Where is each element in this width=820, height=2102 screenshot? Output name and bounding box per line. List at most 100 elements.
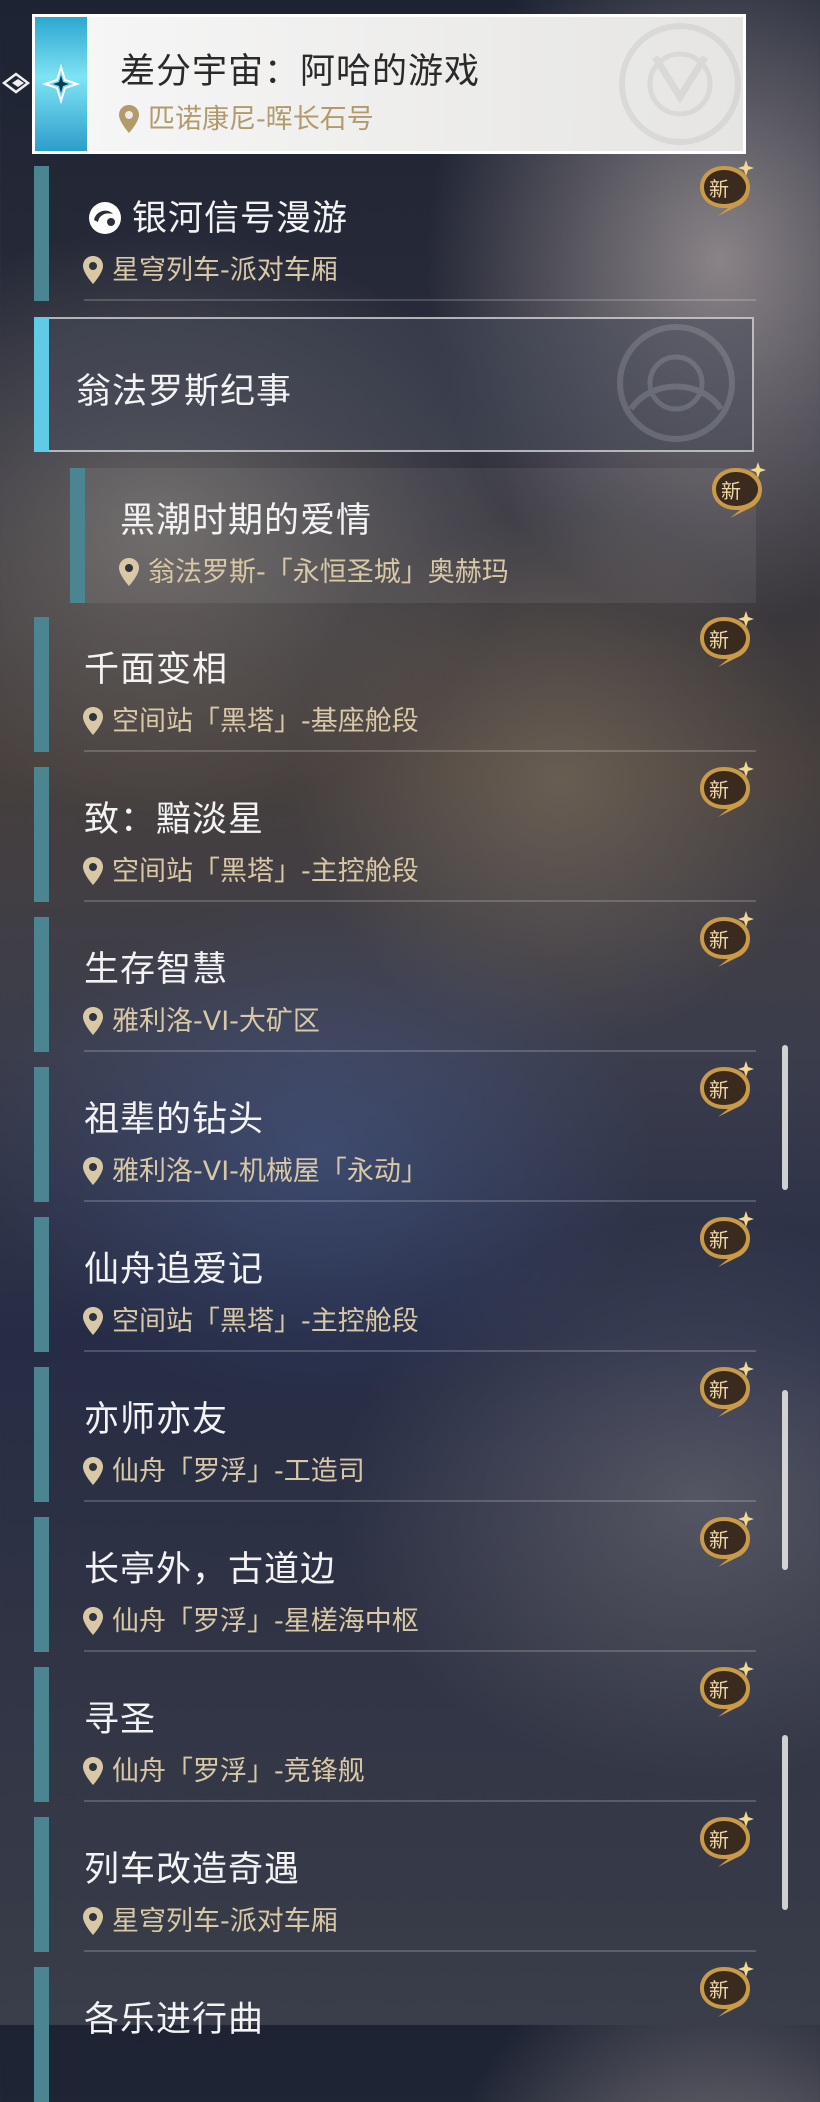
category-title: 翁法罗斯纪事 <box>76 372 293 412</box>
location-pin-icon <box>83 1157 103 1185</box>
location-text: 空间站「黑塔」-基座舱段 <box>112 706 419 737</box>
quest-location: 空间站「黑塔」-主控舱段 <box>82 849 419 888</box>
item-accent-bar <box>34 1967 49 2102</box>
new-badge: 新 <box>696 1661 756 1719</box>
item-divider <box>84 1650 756 1652</box>
cosmic-signal-icon <box>89 202 121 234</box>
quest-title: 仙舟追爱记 <box>84 1250 265 1290</box>
quest-list: 差分宇宙：阿哈的游戏 匹诺康尼-晖长石号 银河信号漫游 星穹列车-派对车厢 新 … <box>0 0 820 2102</box>
quest-title-text: 银河信号漫游 <box>132 199 349 239</box>
new-badge: 新 <box>696 911 756 969</box>
new-badge: 新 <box>696 1811 756 1869</box>
quest-item[interactable]: 银河信号漫游 星穹列车-派对车厢 <box>34 166 756 301</box>
selected-pointer-icon <box>1 72 30 94</box>
quest-location: 雅利洛-VI-机械屋「永动」 <box>82 1149 428 1188</box>
item-divider <box>84 1350 756 1352</box>
location-pin-icon <box>83 1007 103 1035</box>
quest-item[interactable]: 祖辈的钻头 雅利洛-VI-机械屋「永动」 <box>34 1067 756 1202</box>
new-badge: 新 <box>696 1061 756 1119</box>
item-accent-bar <box>34 166 49 301</box>
quest-item[interactable]: 长亭外，古道边仙舟「罗浮」-星槎海中枢 <box>34 1517 756 1652</box>
scrollbar-thumb[interactable] <box>782 1735 788 1910</box>
category-header[interactable]: 翁法罗斯纪事 <box>34 317 754 452</box>
quest-item[interactable]: 列车改造奇遇星穹列车-派对车厢 <box>34 1817 756 1952</box>
quest-location: 雅利洛-VI-大矿区 <box>82 999 320 1038</box>
location-text: 雅利洛-VI-机械屋「永动」 <box>112 1156 428 1187</box>
quest-location: 仙舟「罗浮」-竞锋舰 <box>82 1749 365 1788</box>
new-badge-label: 新 <box>709 628 729 652</box>
quest-title: 各乐进行曲 <box>84 2000 265 2040</box>
item-accent-bar <box>34 1367 49 1502</box>
new-badge-label: 新 <box>709 1378 729 1402</box>
quest-location: 空间站「黑塔」-基座舱段 <box>82 699 419 738</box>
location-pin-icon <box>83 1457 103 1485</box>
quest-location: 星穹列车-派对车厢 <box>82 248 338 287</box>
quest-item[interactable]: 寻圣仙舟「罗浮」-竞锋舰 <box>34 1667 756 1802</box>
location-text: 仙舟「罗浮」-星槎海中枢 <box>112 1606 419 1637</box>
location-text: 仙舟「罗浮」-工造司 <box>112 1456 365 1487</box>
path-emblem-icon <box>617 324 735 442</box>
new-badge: 新 <box>696 761 756 819</box>
quest-location: 空间站「黑塔」-主控舱段 <box>82 1299 419 1338</box>
location-text: 星穹列车-派对车厢 <box>112 1906 338 1937</box>
quest-card-selected[interactable]: 差分宇宙：阿哈的游戏 匹诺康尼-晖长石号 <box>32 14 746 154</box>
quest-title: 致：黯淡星 <box>84 800 265 840</box>
new-badge: 新 <box>696 611 756 669</box>
new-badge-label: 新 <box>709 1978 729 2002</box>
location-pin-icon <box>83 1607 103 1635</box>
quest-title: 银河信号漫游 <box>86 190 348 241</box>
location-pin-icon <box>83 256 103 284</box>
item-accent-bar <box>70 468 85 603</box>
quest-item[interactable]: 亦师亦友 仙舟「罗浮」-工造司 <box>34 1367 756 1502</box>
item-divider <box>84 1800 756 1802</box>
item-accent-bar <box>34 1217 49 1352</box>
item-accent-bar <box>34 1667 49 1802</box>
path-emblem-icon <box>619 23 741 145</box>
new-badge-label: 新 <box>709 1528 729 1552</box>
sparkle-icon <box>41 63 81 105</box>
quest-item[interactable]: 致：黯淡星空间站「黑塔」-主控舱段 <box>34 767 756 902</box>
quest-title: 列车改造奇遇 <box>84 1850 301 1890</box>
quest-item[interactable]: 仙舟追爱记空间站「黑塔」-主控舱段 <box>34 1217 756 1352</box>
quest-item[interactable]: 各乐进行曲 <box>34 1967 756 2102</box>
quest-item[interactable]: 千面变相空间站「黑塔」-基座舱段 <box>34 617 756 752</box>
item-divider <box>84 1500 756 1502</box>
new-badge-label: 新 <box>709 1078 729 1102</box>
new-badge-label: 新 <box>709 778 729 802</box>
item-accent-bar <box>34 767 49 902</box>
crystal-strip <box>35 17 87 151</box>
location-text: 仙舟「罗浮」-竞锋舰 <box>112 1756 365 1787</box>
quest-title: 寻圣 <box>84 1700 157 1740</box>
scrollbar-thumb[interactable] <box>782 1390 788 1570</box>
quest-location: 仙舟「罗浮」-星槎海中枢 <box>82 1599 419 1638</box>
new-badge-label: 新 <box>709 1828 729 1852</box>
location-text: 空间站「黑塔」-主控舱段 <box>112 1306 419 1337</box>
quest-title: 黑潮时期的爱情 <box>120 501 373 541</box>
item-divider <box>84 1950 756 1952</box>
new-badge-label: 新 <box>709 1678 729 1702</box>
quest-location: 匹诺康尼-晖长石号 <box>118 97 374 136</box>
item-accent-bar <box>34 917 49 1052</box>
item-accent-bar <box>34 1517 49 1652</box>
new-badge-label: 新 <box>709 177 729 201</box>
quest-location: 星穹列车-派对车厢 <box>82 1899 338 1938</box>
quest-item[interactable]: 黑潮时期的爱情 翁法罗斯-「永恒圣城」奥赫玛 <box>70 468 756 603</box>
item-divider <box>84 900 756 902</box>
item-accent-bar <box>34 1067 49 1202</box>
quest-title: 长亭外，古道边 <box>84 1550 337 1590</box>
quest-location: 仙舟「罗浮」-工造司 <box>82 1449 365 1488</box>
quest-title: 千面变相 <box>84 650 229 690</box>
new-badge-label: 新 <box>721 479 741 503</box>
new-badge: 新 <box>696 160 756 218</box>
new-badge: 新 <box>696 1361 756 1419</box>
new-badge: 新 <box>708 462 768 520</box>
quest-item[interactable]: 生存智慧 雅利洛-VI-大矿区 <box>34 917 756 1052</box>
item-divider <box>84 1200 756 1202</box>
new-badge-label: 新 <box>709 928 729 952</box>
item-accent-bar <box>34 1817 49 1952</box>
location-pin-icon <box>83 1907 103 1935</box>
new-badge: 新 <box>696 1211 756 1269</box>
scrollbar-thumb[interactable] <box>782 1045 788 1190</box>
location-pin-icon <box>119 558 139 586</box>
new-badge: 新 <box>696 1961 756 2019</box>
